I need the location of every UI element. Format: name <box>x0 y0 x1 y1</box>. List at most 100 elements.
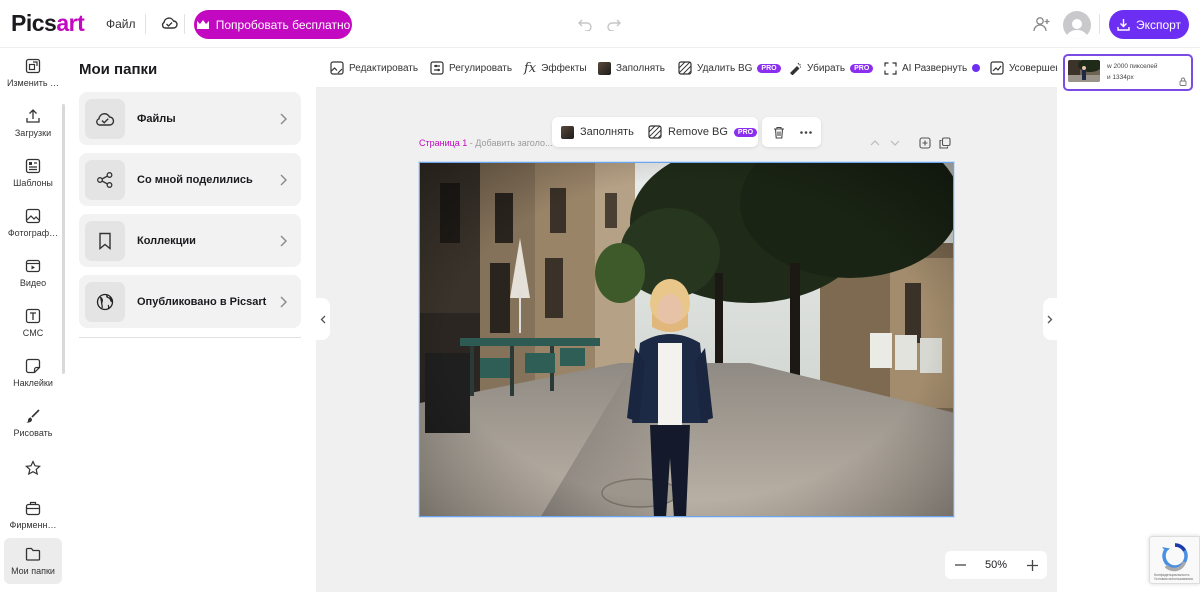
recaptcha-icon <box>1162 543 1188 572</box>
rail-item-label: Видео <box>19 278 47 288</box>
folder-label: Файлы <box>137 112 176 125</box>
pro-dot-icon <box>972 64 981 72</box>
remove-bg-icon <box>678 61 692 75</box>
page-down-button[interactable] <box>888 136 902 150</box>
enhance-icon <box>990 61 1004 75</box>
context-toolbar: Заполнять Remove BG PRO <box>552 117 821 147</box>
add-page-button[interactable] <box>918 136 932 150</box>
folder-label: Опубликовано в Picsart <box>137 295 267 308</box>
rail-item-favorites[interactable] <box>4 450 62 486</box>
resize-icon <box>25 58 41 74</box>
thumbnail-dimensions: w 2000 пикселей и 1334px <box>1107 63 1158 81</box>
photo-icon <box>25 208 41 224</box>
edit-image-icon <box>330 61 344 75</box>
upload-icon <box>26 109 40 123</box>
add-user-icon[interactable] <box>1031 13 1053 35</box>
zoom-value[interactable]: 50% <box>975 559 1017 571</box>
tool-remove-bg[interactable]: Удалить BG PRO <box>678 48 781 87</box>
star-icon <box>25 460 41 476</box>
tool-label: Эффекты <box>541 62 587 74</box>
rail-item-photos[interactable]: Фотограф… <box>4 200 62 246</box>
rail-item-templates[interactable]: Шаблоны <box>4 150 62 196</box>
tool-ai-expand[interactable]: AI Развернуть <box>884 48 981 87</box>
zoom-out-button[interactable] <box>945 551 975 579</box>
expand-icon <box>884 61 897 75</box>
folder-published[interactable]: Опубликовано в Picsart <box>79 275 301 328</box>
pro-badge: PRO <box>733 127 758 137</box>
divider <box>184 14 185 34</box>
rail-item-stickers[interactable]: Наклейки <box>4 350 62 396</box>
context-toolbar-main: Заполнять Remove BG PRO <box>552 117 758 147</box>
tool-label: AI Развернуть <box>902 62 968 74</box>
page-number: Страница 1 <box>419 138 468 148</box>
tool-label: Регулировать <box>449 62 513 74</box>
rail-item-brand-kit[interactable]: Фирменн… <box>4 492 62 538</box>
rail-item-label: Шаблоны <box>13 178 53 188</box>
plus-icon <box>1026 559 1038 571</box>
chevron-down-icon <box>890 140 900 146</box>
divider <box>79 337 301 338</box>
chevron-right-icon <box>280 296 287 307</box>
canvas-image[interactable] <box>418 161 955 518</box>
page-label[interactable]: Страница 1 - Добавить заголо... <box>419 138 552 148</box>
adjust-icon <box>430 61 444 75</box>
chevron-right-icon <box>280 174 287 185</box>
thumbnail-image <box>1068 60 1100 82</box>
picsart-logo[interactable]: Picsart <box>11 10 85 37</box>
rail-item-label: Фотограф… <box>7 228 59 238</box>
tool-fill[interactable]: Заполнять <box>598 48 665 87</box>
folder-shared[interactable]: Со мной поделились <box>79 153 301 206</box>
try-free-button[interactable]: Попробовать бесплатно <box>194 10 352 39</box>
rail-item-uploads[interactable]: Загрузки <box>4 100 62 146</box>
divider <box>145 14 146 34</box>
folder-files[interactable]: Файлы <box>79 92 301 145</box>
tool-enhance[interactable]: Усовершен <box>990 48 1057 87</box>
divider <box>1099 14 1100 34</box>
rail-item-label: Рисовать <box>13 428 53 438</box>
brush-icon <box>26 409 40 423</box>
rail-item-video[interactable]: Видео <box>4 250 62 296</box>
brand-kit-icon <box>25 501 41 516</box>
rail-item-resize[interactable]: Изменить … <box>4 50 62 96</box>
context-remove-bg-button[interactable]: Remove BG PRO <box>648 117 758 147</box>
page-up-button[interactable] <box>868 136 882 150</box>
rail-item-label: Наклейки <box>13 378 53 388</box>
zoom-in-button[interactable] <box>1017 551 1047 579</box>
duplicate-page-button[interactable] <box>938 136 952 150</box>
add-page-icon <box>919 137 931 149</box>
chevron-right-icon <box>280 113 287 124</box>
redo-icon[interactable] <box>604 14 624 34</box>
avatar[interactable] <box>1063 11 1091 39</box>
tool-effects[interactable]: fx Эффекты <box>524 48 587 87</box>
trash-icon <box>774 126 784 139</box>
cloud-sync-icon[interactable] <box>159 13 179 33</box>
collapse-right-panel-button[interactable] <box>1043 298 1057 340</box>
rail-item-text[interactable]: СМС <box>4 300 62 346</box>
undo-icon[interactable] <box>575 14 595 34</box>
more-options-button[interactable] <box>796 117 816 147</box>
rail-item-draw[interactable]: Рисовать <box>4 400 62 446</box>
rail-item-my-folders[interactable]: Мои папки <box>4 538 62 584</box>
collapse-left-panel-button[interactable] <box>316 298 330 340</box>
page-title-input[interactable]: Добавить заголо... <box>475 138 552 148</box>
delete-button[interactable] <box>769 117 789 147</box>
context-fill-button[interactable]: Заполнять <box>561 117 634 147</box>
folder-collections[interactable]: Коллекции <box>79 214 301 267</box>
text-icon <box>25 308 41 324</box>
rail-scrollbar[interactable] <box>62 104 65 374</box>
export-button[interactable]: Экспорт <box>1109 10 1189 39</box>
tool-erase[interactable]: Убирать PRO <box>788 48 874 87</box>
chevron-right-icon <box>1047 315 1053 323</box>
globe-icon <box>85 281 125 322</box>
folder-icon <box>25 547 41 561</box>
rail-item-label: Изменить … <box>6 78 60 88</box>
chevron-left-icon <box>320 315 326 323</box>
recaptcha-badge[interactable]: Конфиденциальность Условия использования <box>1149 536 1200 584</box>
page-thumbnail[interactable]: w 2000 пикселей и 1334px <box>1063 54 1193 91</box>
lock-icon[interactable] <box>1179 77 1187 86</box>
file-menu[interactable]: Файл <box>106 17 136 31</box>
tool-adjust[interactable]: Регулировать <box>430 48 513 87</box>
remove-bg-icon <box>648 125 662 139</box>
tool-edit[interactable]: Редактировать <box>330 48 418 87</box>
tool-label: Усовершен <box>1009 62 1057 74</box>
